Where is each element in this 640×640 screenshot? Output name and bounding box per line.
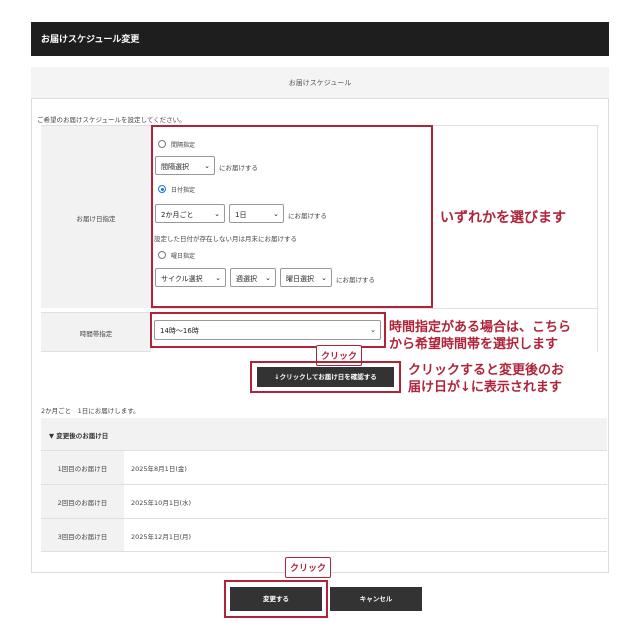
time-label: 時間帯指定 <box>79 330 113 338</box>
cancel-button[interactable]: キャンセル <box>330 587 422 611</box>
choose-one-callout: いずれかを選びます <box>440 210 566 226</box>
page-title: お届けスケジュール変更 <box>41 35 140 45</box>
delivery-label: お届け日指定 <box>76 215 116 223</box>
row-value: 2025年10月1日(水) <box>131 499 192 507</box>
row-label-cell: 1回目のお届け日 <box>41 451 124 484</box>
confirm-highlight-box <box>250 361 401 393</box>
result-heading-bar: ▼ 変更後のお届け日 <box>41 418 607 450</box>
click-tag: クリック <box>285 557 332 578</box>
row-divider <box>151 308 598 309</box>
delivery-label-cell: お届け日指定 <box>41 125 151 308</box>
page-header: お届けスケジュール変更 <box>31 22 609 56</box>
row-label-cell: 2回目のお届け日 <box>41 485 124 518</box>
result-heading: ▼ 変更後のお届け日 <box>49 432 109 440</box>
table-row: 3回目のお届け日 2025年12月1日(月) <box>41 518 607 552</box>
schedule-heading: お届けスケジュール <box>288 79 352 87</box>
confirm-callout-line2: 届け日が↓に表示されます <box>408 380 562 395</box>
time-callout-line2: から希望時間帯を選択します <box>389 337 559 352</box>
row-label-cell: 3回目のお届け日 <box>41 519 124 552</box>
schedule-intro: ご希望のお届けスケジュールを設定してください。 <box>37 116 186 124</box>
time-label-cell: 時間帯指定 <box>41 312 151 352</box>
options-highlight-box <box>151 125 433 308</box>
table-row: 1回目のお届け日 2025年8月1日(金) <box>41 450 607 484</box>
row-value: 2025年12月1日(月) <box>131 533 192 541</box>
table-bottom-border <box>41 551 607 552</box>
row-value: 2025年8月1日(金) <box>131 465 187 473</box>
schedule-heading-bar: お届けスケジュール <box>31 67 609 99</box>
result-summary: 2か月ごと 1日にお届けします。 <box>41 407 140 415</box>
table-row: 2回目のお届け日 2025年10月1日(水) <box>41 484 607 518</box>
time-highlight-box <box>150 312 386 348</box>
submit-highlight-box <box>224 580 328 618</box>
